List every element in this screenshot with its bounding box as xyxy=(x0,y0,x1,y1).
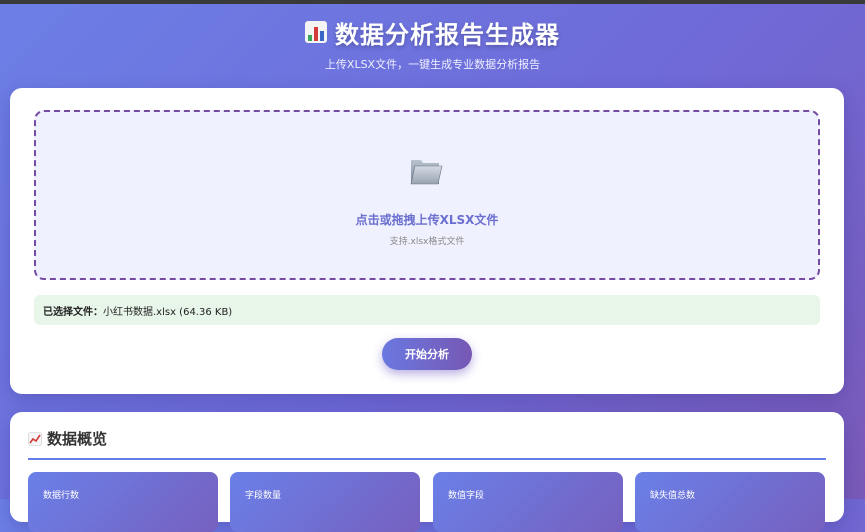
selected-file-info: 已选择文件： 小红书数据.xlsx (64.36 KB) xyxy=(34,295,820,325)
bar-chart-icon xyxy=(305,21,327,43)
stat-label: 数值字段 xyxy=(448,491,485,501)
stat-label: 字段数量 xyxy=(245,491,282,501)
page-subtitle: 上传XLSX文件，一键生成专业数据分析报告 xyxy=(324,58,541,71)
stat-card-missing-values: 缺失值总数 xyxy=(635,472,825,532)
page-header: 数据分析报告生成器 上传XLSX文件，一键生成专业数据分析报告 xyxy=(0,14,865,72)
stat-card-numeric-fields: 数值字段 xyxy=(433,472,623,532)
file-dropzone[interactable]: 点击或拖拽上传XLSX文件 支持.xlsx格式文件 xyxy=(34,110,820,280)
section-divider xyxy=(28,458,826,460)
page-title-text: 数据分析报告生成器 xyxy=(335,20,560,49)
stat-card-rows: 数据行数 xyxy=(28,472,218,532)
stat-label: 缺失值总数 xyxy=(650,491,696,501)
folder-icon xyxy=(410,160,443,185)
selected-file-name: 小红书数据.xlsx (64.36 KB) xyxy=(103,306,233,318)
page-title: 数据分析报告生成器 xyxy=(305,14,560,50)
start-analysis-button[interactable]: 开始分析 xyxy=(382,338,472,370)
line-chart-icon xyxy=(28,431,42,446)
dropzone-title: 点击或拖拽上传XLSX文件 xyxy=(355,213,499,227)
stat-card-fields: 字段数量 xyxy=(230,472,420,532)
selected-file-label: 已选择文件： xyxy=(43,306,103,318)
stat-label: 数据行数 xyxy=(43,491,80,501)
dropzone-hint: 支持.xlsx格式文件 xyxy=(389,237,465,247)
overview-card: 数据概览 数据行数 字段数量 数值字段 缺失值总数 xyxy=(10,412,844,532)
window-top-bar xyxy=(0,0,865,4)
upload-card: 点击或拖拽上传XLSX文件 支持.xlsx格式文件 已选择文件： 小红书数据.x… xyxy=(10,88,844,394)
overview-heading: 数据概览 xyxy=(28,428,107,449)
overview-title: 数据概览 xyxy=(47,430,108,448)
